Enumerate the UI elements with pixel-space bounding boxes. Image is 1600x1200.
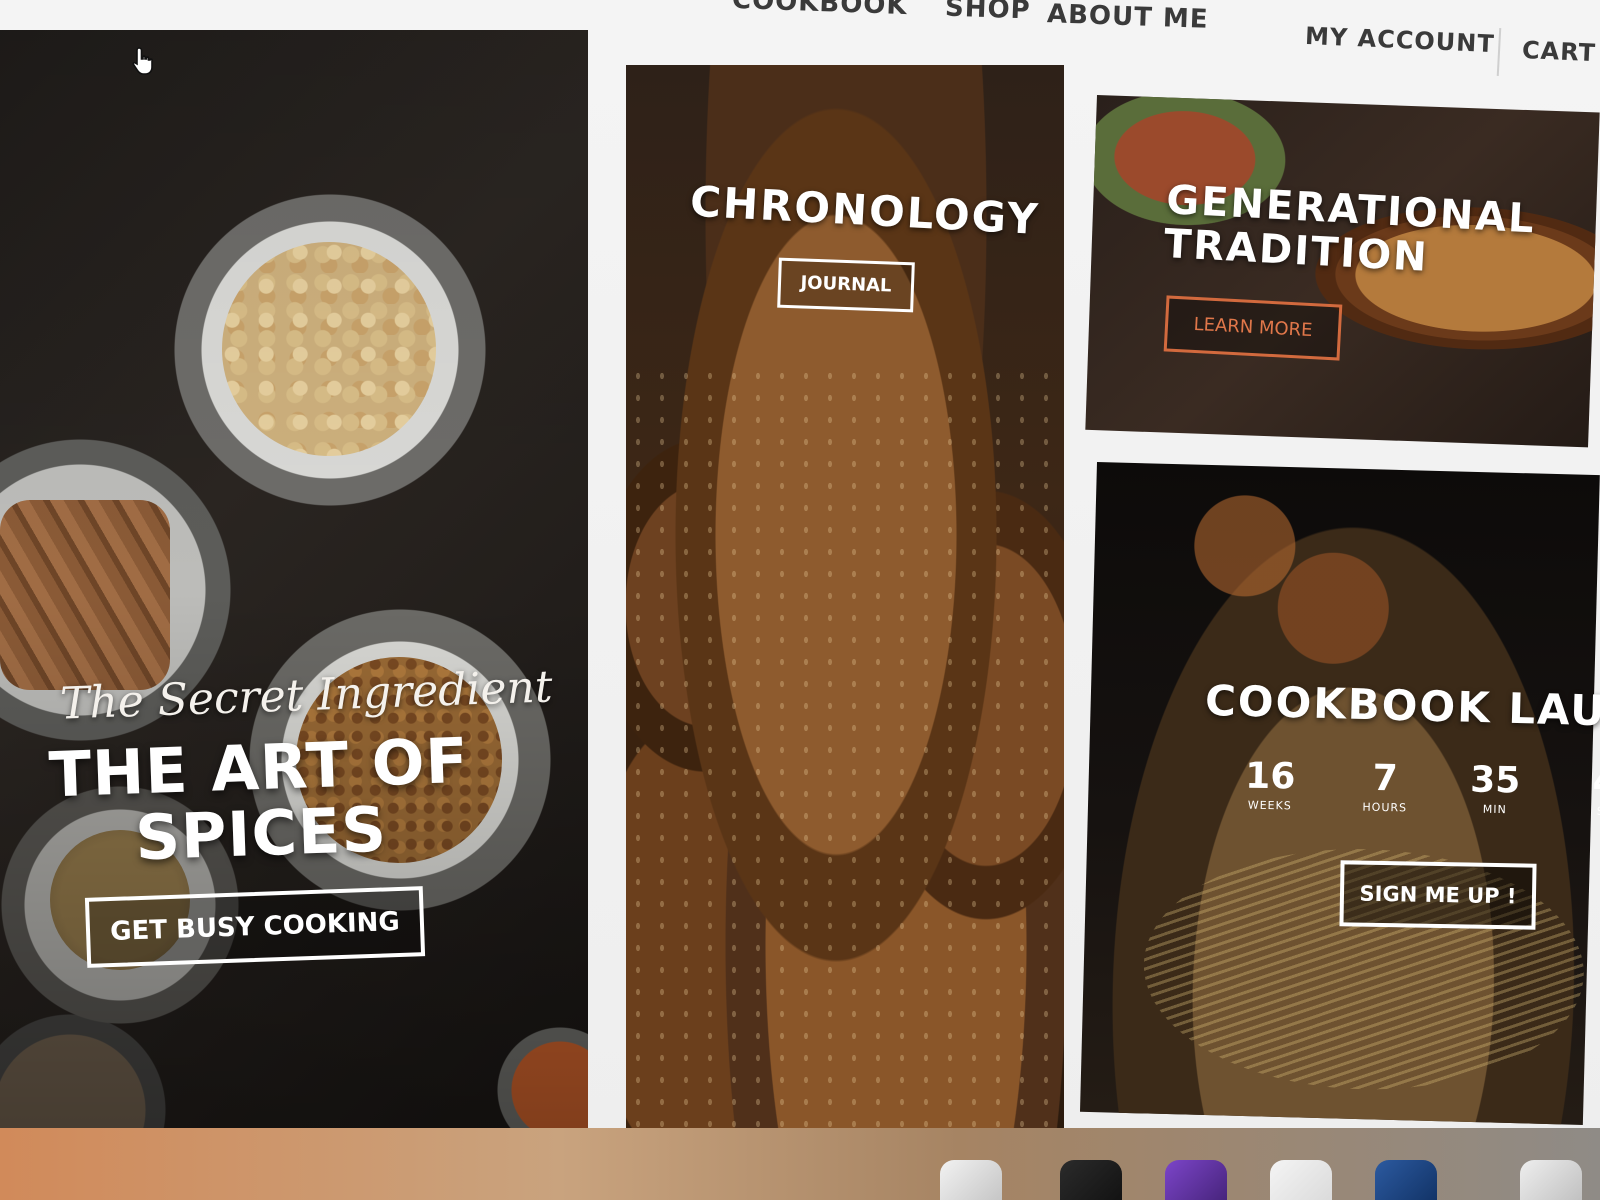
dock-app-icon[interactable] <box>1270 1160 1332 1200</box>
nav-shop[interactable]: SHOP <box>945 0 1032 25</box>
dock-app-icon[interactable] <box>1165 1160 1227 1200</box>
dock-app-icon[interactable] <box>1375 1160 1437 1200</box>
dock <box>880 1150 1600 1200</box>
nav-cart[interactable]: CART / <box>1521 36 1600 68</box>
countdown-sec-label: SE <box>1596 804 1600 819</box>
nav-about-me[interactable]: ABOUT ME <box>1047 0 1210 35</box>
tile-overlay <box>0 30 588 1155</box>
countdown-weeks-value: 16 <box>1244 755 1296 798</box>
dock-app-icon[interactable] <box>940 1160 1002 1200</box>
nav-divider <box>1496 27 1502 77</box>
countdown-weeks-label: WEEKS <box>1247 798 1292 813</box>
countdown-sec: 4 SE <box>1565 762 1600 818</box>
tile-art-of-spices[interactable] <box>0 30 588 1155</box>
learn-more-button[interactable]: LEARN MORE <box>1163 295 1343 361</box>
tile-title-tradition: GENERATIONAL TRADITION <box>1162 177 1537 281</box>
nav-my-account[interactable]: MY ACCOUNT <box>1304 22 1495 58</box>
journal-button[interactable]: JOURNAL <box>777 257 915 313</box>
countdown-min-label: MIN <box>1482 802 1507 817</box>
tile-title-spices: THE ART OF SPICES <box>47 723 470 875</box>
nav-cookbook[interactable]: COOKBOOK <box>732 0 909 21</box>
get-busy-cooking-button[interactable]: GET BUSY COOKING <box>84 886 426 968</box>
countdown-weeks: 16 WEEKS <box>1230 755 1311 813</box>
trash-icon[interactable] <box>1520 1160 1582 1200</box>
countdown-hours: 7 HOURS <box>1345 757 1426 815</box>
hand-pointer-icon <box>132 47 153 75</box>
countdown-sec-value: 4 <box>1592 761 1600 804</box>
countdown-min: 35 MIN <box>1455 759 1536 817</box>
countdown-hours-value: 7 <box>1372 757 1399 800</box>
browser-viewport: The Secret Ingredient THE ART OF SPICES … <box>0 0 1600 1200</box>
dock-app-icon[interactable] <box>1060 1160 1122 1200</box>
countdown-min-value: 35 <box>1469 759 1521 802</box>
pastry-texture <box>626 365 1064 1140</box>
countdown-timer: 16 WEEKS 7 HOURS 35 MIN 4 SE <box>1229 756 1600 833</box>
top-navigation: COOKBOOK SHOP ABOUT ME MY ACCOUNT CART / <box>0 0 1600 95</box>
countdown-hours-label: HOURS <box>1362 800 1408 815</box>
sign-me-up-button[interactable]: SIGN ME UP ! <box>1339 860 1537 930</box>
